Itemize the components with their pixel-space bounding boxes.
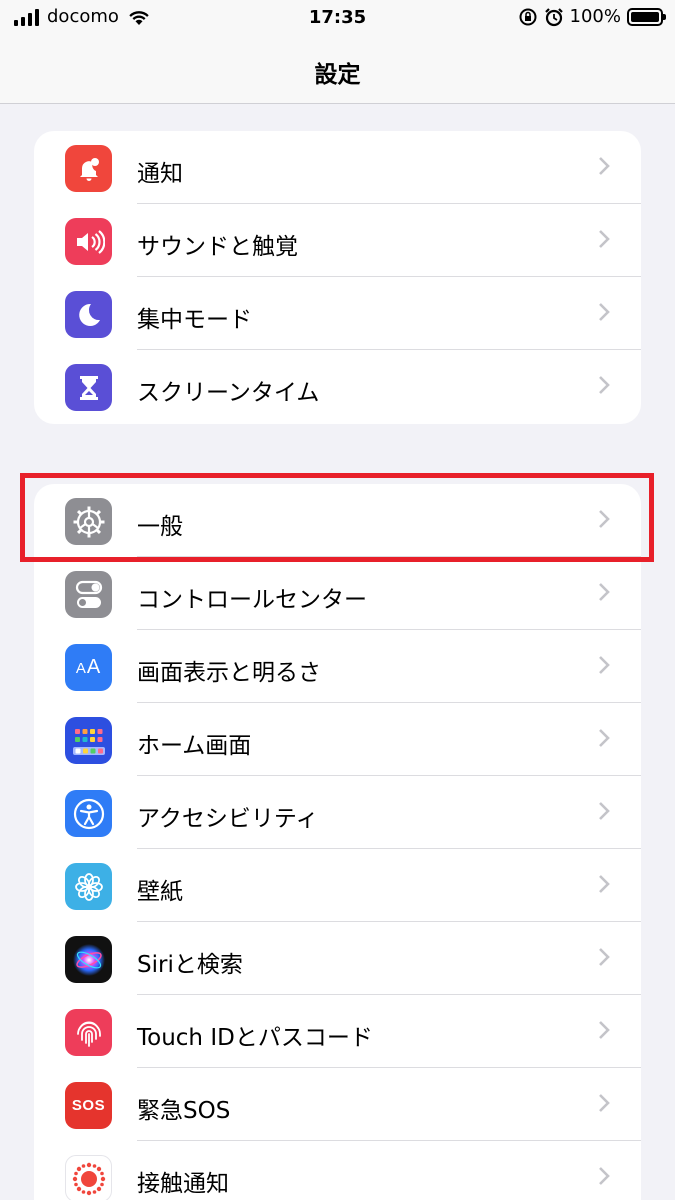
chevron-right-icon: [599, 1167, 610, 1185]
home-screen-icon: [65, 717, 112, 764]
settings-row-exposure-notifications[interactable]: 接触通知: [34, 1141, 641, 1200]
gear-icon: [65, 498, 112, 545]
chevron-right-icon: [599, 230, 610, 248]
navigation-bar: 設定: [0, 36, 675, 104]
settings-row-wallpaper[interactable]: 壁紙: [34, 849, 641, 922]
battery-icon: [627, 7, 666, 26]
row-label: ホーム画面: [137, 733, 252, 759]
row-label: Touch IDとパスコード: [137, 1025, 373, 1051]
settings-row-siri[interactable]: Siriと検索: [34, 922, 641, 995]
row-label: スクリーンタイム: [137, 380, 320, 406]
page-title: 設定: [314, 62, 361, 88]
chevron-right-icon: [599, 510, 610, 528]
focus-moon-icon: [65, 291, 112, 338]
chevron-right-icon: [599, 1021, 610, 1039]
row-label: 壁紙: [137, 879, 183, 905]
notifications-icon: [65, 145, 112, 192]
row-label: 画面表示と明るさ: [137, 660, 321, 686]
chevron-right-icon: [599, 157, 610, 175]
settings-row-focus[interactable]: 集中モード: [34, 277, 641, 350]
chevron-right-icon: [599, 729, 610, 747]
alarm-icon: [544, 7, 563, 26]
settings-row-home-screen[interactable]: ホーム画面: [34, 703, 641, 776]
row-label: コントロールセンター: [137, 587, 367, 613]
siri-icon: [65, 936, 112, 983]
accessibility-icon: [65, 790, 112, 837]
row-label: 接触通知: [137, 1171, 229, 1197]
chevron-right-icon: [599, 303, 610, 321]
settings-row-sounds[interactable]: サウンドと触覚: [34, 204, 641, 277]
settings-row-touch-id[interactable]: Touch IDとパスコード: [34, 995, 641, 1068]
chevron-right-icon: [599, 656, 610, 674]
exposure-notification-icon: [65, 1155, 112, 1200]
orientation-lock-icon: [519, 8, 537, 25]
settings-row-general[interactable]: 一般: [34, 484, 641, 557]
settings-group-1: 通知 サウンドと触覚 集中モード スクリーンタイム: [34, 131, 641, 424]
fingerprint-icon: [65, 1009, 112, 1056]
chevron-right-icon: [599, 583, 610, 601]
chevron-right-icon: [599, 1094, 610, 1112]
row-label: サウンドと触覚: [137, 234, 298, 260]
status-bar: docomo 17:35 100%: [0, 0, 675, 36]
sos-icon: SOS: [65, 1082, 112, 1129]
row-label: アクセシビリティ: [137, 806, 319, 832]
settings-row-accessibility[interactable]: アクセシビリティ: [34, 776, 641, 849]
settings-row-notifications[interactable]: 通知: [34, 131, 641, 204]
chevron-right-icon: [599, 875, 610, 893]
settings-group-2: 一般 コントロールセンター AA 画面表示と明るさ ホーム画面 アクセシビリティ…: [34, 484, 641, 1200]
display-brightness-icon: AA: [65, 644, 112, 691]
row-label: 集中モード: [137, 307, 252, 333]
settings-row-control-center[interactable]: コントロールセンター: [34, 557, 641, 630]
chevron-right-icon: [599, 376, 610, 394]
row-label: 通知: [137, 161, 183, 187]
row-label: Siriと検索: [137, 952, 243, 978]
sounds-icon: [65, 218, 112, 265]
chevron-right-icon: [599, 802, 610, 820]
battery-percentage: 100%: [569, 6, 621, 27]
screen-time-icon: [65, 364, 112, 411]
row-label: 緊急SOS: [137, 1098, 231, 1124]
settings-row-screen-time[interactable]: スクリーンタイム: [34, 350, 641, 423]
settings-row-emergency-sos[interactable]: SOS 緊急SOS: [34, 1068, 641, 1141]
settings-row-display[interactable]: AA 画面表示と明るさ: [34, 630, 641, 703]
chevron-right-icon: [599, 948, 610, 966]
row-label: 一般: [137, 514, 183, 540]
wallpaper-icon: [65, 863, 112, 910]
control-center-icon: [65, 571, 112, 618]
